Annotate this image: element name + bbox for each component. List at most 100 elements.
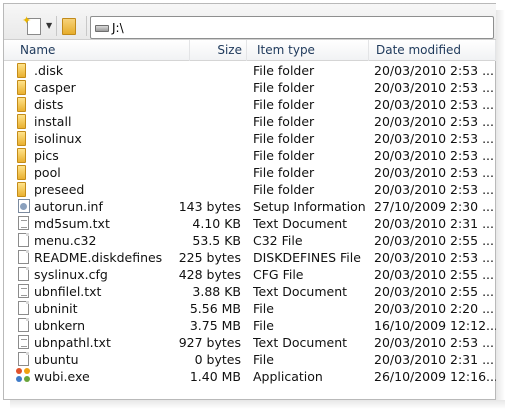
file-row[interactable]: syslinux.cfg 428 bytes CFG File 20/03/2010 … xyxy=(4,266,496,283)
file-row[interactable]: pics File folder 20/03/2010 2:53 ... xyxy=(4,147,496,164)
folder-icon xyxy=(62,18,76,35)
file-icon xyxy=(18,318,29,332)
file-type: Setup Information xyxy=(253,199,366,214)
file-type: File xyxy=(253,318,274,333)
file-size: 53.5 KB xyxy=(192,233,241,248)
setup-information-icon xyxy=(18,199,30,213)
folder-button[interactable] xyxy=(61,16,81,36)
file-row[interactable]: autorun.inf 143 bytes Setup Information 27/… xyxy=(4,198,496,215)
text-document-icon xyxy=(18,335,29,349)
file-type: Application xyxy=(253,369,323,384)
column-size-label: Size xyxy=(217,43,242,57)
file-date-modified: 20/03/2010 2:53 ... xyxy=(374,250,494,265)
file-icon xyxy=(18,301,29,315)
text-document-icon xyxy=(18,216,29,230)
file-icon xyxy=(18,250,29,264)
file-date-modified: 20/03/2010 2:55 ... xyxy=(374,267,494,282)
file-date-modified: 20/03/2010 2:31 ... xyxy=(374,352,494,367)
column-date-label: Date modified xyxy=(376,43,462,57)
file-date-modified: 20/03/2010 2:55 ... xyxy=(374,284,494,299)
drive-icon xyxy=(95,25,109,32)
file-type: File folder xyxy=(253,182,315,197)
column-date-modified[interactable]: Date modified xyxy=(369,40,496,61)
file-type: File folder xyxy=(253,131,315,146)
file-row[interactable]: ubnpathl.txt 927 bytes Text Document 20/03/… xyxy=(4,334,496,351)
vertical-scrollbar[interactable] xyxy=(484,62,496,392)
file-date-modified: 20/03/2010 2:53 ... xyxy=(374,114,494,129)
file-row[interactable]: ubnfilel.txt 3.88 KB Text Document 20/03/20… xyxy=(4,283,496,300)
file-date-modified: 20/03/2010 2:53 ... xyxy=(374,148,494,163)
new-item-button[interactable]: ✦ ▼ xyxy=(20,15,56,37)
file-row[interactable]: casper File folder 20/03/2010 2:53 ... xyxy=(4,79,496,96)
file-date-modified: 20/03/2010 2:55 ... xyxy=(374,233,494,248)
file-size: 0 bytes xyxy=(194,352,241,367)
file-size xyxy=(124,130,241,147)
file-row[interactable]: .disk File folder 20/03/2010 2:53 ... xyxy=(4,62,496,79)
file-size: 3.75 MB xyxy=(189,318,241,333)
window-shadow-bottom xyxy=(10,400,505,409)
file-size xyxy=(124,164,241,181)
file-size: 927 bytes xyxy=(178,335,241,350)
file-row[interactable]: ubnkern 3.75 MB File 16/10/2009 12:12... xyxy=(4,317,496,334)
file-row[interactable]: wubi.exe 1.40 MB Application 26/10/2009 12:… xyxy=(4,368,496,385)
file-type: Text Document xyxy=(253,335,348,350)
folder-icon xyxy=(17,131,26,146)
file-date-modified: 20/03/2010 2:53 ... xyxy=(374,165,494,180)
file-type: File folder xyxy=(253,148,315,163)
file-row[interactable]: md5sum.txt 4.10 KB Text Document 20/03/2010… xyxy=(4,215,496,232)
application-icon-part xyxy=(24,376,30,382)
file-date-modified: 20/03/2010 2:53 ... xyxy=(374,131,494,146)
file-date-modified: 20/03/2010 2:31 ... xyxy=(374,216,494,231)
file-row[interactable]: isolinux File folder 20/03/2010 2:53 ... xyxy=(4,130,496,147)
file-row[interactable]: ubuntu 0 bytes File 20/03/2010 2:31 ... xyxy=(4,351,496,368)
folder-icon xyxy=(17,97,26,112)
file-date-modified: 20/03/2010 2:20 ... xyxy=(374,301,494,316)
file-type: File folder xyxy=(253,114,315,129)
chevron-down-icon[interactable]: ▼ xyxy=(46,21,52,30)
file-size: 3.88 KB xyxy=(192,284,241,299)
file-date-modified: 20/03/2010 2:53 ... xyxy=(374,80,494,95)
file-date-modified: 16/10/2009 12:12... xyxy=(374,318,496,333)
file-icon xyxy=(18,352,29,366)
address-path[interactable]: J:\ xyxy=(112,21,124,35)
file-row[interactable]: preseed File folder 20/03/2010 2:53 ... xyxy=(4,181,496,198)
new-star-icon: ✦ xyxy=(22,14,32,27)
file-size: 143 bytes xyxy=(178,199,241,214)
folder-icon xyxy=(17,182,26,197)
window-shadow-right xyxy=(496,10,505,409)
file-icon xyxy=(18,267,29,281)
file-type: DISKDEFINES File xyxy=(253,250,361,265)
file-date-modified: 26/10/2009 12:16... xyxy=(374,369,496,384)
column-item-type[interactable]: Item type xyxy=(247,40,369,61)
file-size xyxy=(124,113,241,130)
file-type: C32 File xyxy=(253,233,303,248)
application-icon-part xyxy=(24,368,30,374)
file-date-modified: 20/03/2010 2:53 ... xyxy=(374,97,494,112)
toolbar-separator xyxy=(56,16,57,36)
column-name-label: Name xyxy=(20,43,56,57)
file-type: File folder xyxy=(253,165,315,180)
folder-icon xyxy=(17,80,26,95)
file-row[interactable]: menu.c32 53.5 KB C32 File 20/03/2010 2:55 .… xyxy=(4,232,496,249)
file-row[interactable]: install File folder 20/03/2010 2:53 ... xyxy=(4,113,496,130)
column-name[interactable]: Name xyxy=(4,40,190,61)
column-size[interactable]: Size xyxy=(190,40,247,61)
file-date-modified: 20/03/2010 2:53 ... xyxy=(374,335,494,350)
file-size xyxy=(124,181,241,198)
file-size: 5.56 MB xyxy=(189,301,241,316)
file-row[interactable]: ubninit 5.56 MB File 20/03/2010 2:20 ... xyxy=(4,300,496,317)
column-header: Name Size Item type Date modified xyxy=(4,40,496,61)
file-row[interactable]: pool File folder 20/03/2010 2:53 ... xyxy=(4,164,496,181)
file-type: File folder xyxy=(253,63,315,78)
explorer-window: ✦ ▼ J:\ Name Size Item type Date modifie… xyxy=(0,0,505,409)
application-icon-part xyxy=(16,376,22,382)
address-bar[interactable]: J:\ xyxy=(90,16,494,39)
file-row[interactable]: dists File folder 20/03/2010 2:53 ... xyxy=(4,96,496,113)
file-icon xyxy=(18,233,29,247)
text-document-icon xyxy=(18,284,29,298)
file-type: Text Document xyxy=(253,216,348,231)
toolbar-separator xyxy=(86,16,87,36)
file-size xyxy=(124,79,241,96)
file-row[interactable]: README.diskdefines 225 bytes DISKDEFINES F… xyxy=(4,249,496,266)
folder-icon xyxy=(17,114,26,129)
